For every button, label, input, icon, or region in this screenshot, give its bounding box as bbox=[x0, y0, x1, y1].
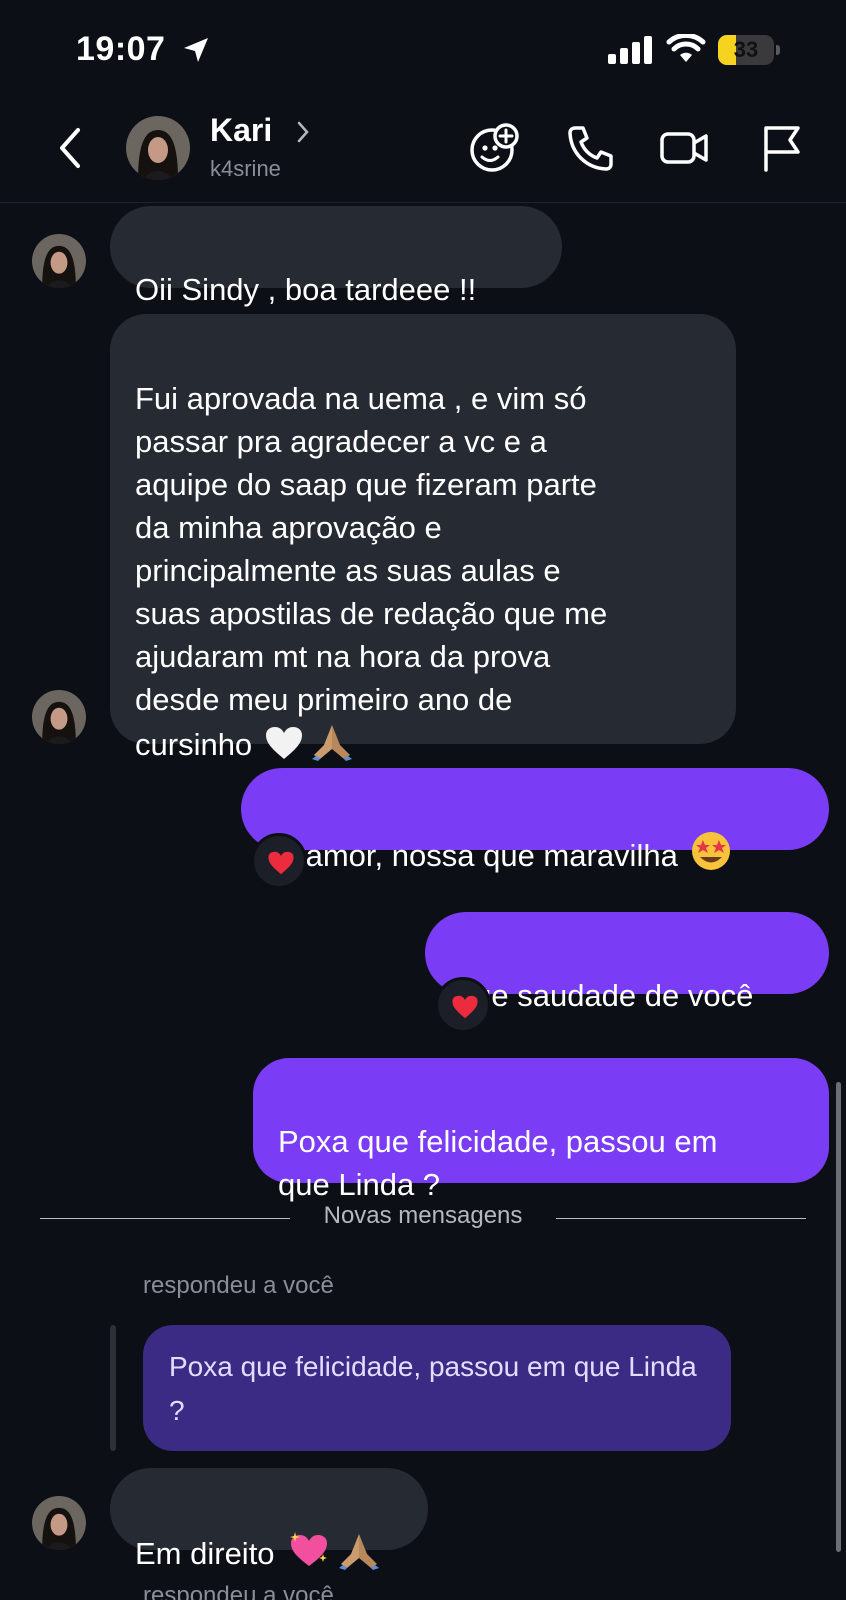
avatar[interactable] bbox=[32, 690, 86, 744]
chat-header: Kari k4srine bbox=[0, 100, 846, 203]
red-heart-icon bbox=[268, 851, 294, 875]
quoted-text: Poxa que felicidade, passou em que Linda… bbox=[169, 1351, 697, 1426]
location-arrow-icon bbox=[184, 38, 208, 62]
wifi-icon bbox=[666, 34, 706, 62]
status-bar: 19:07 33 bbox=[0, 0, 846, 100]
avatar[interactable] bbox=[32, 1496, 86, 1550]
message-text: Poxa que felicidade, passou em que Linda… bbox=[278, 1124, 718, 1202]
cellular-signal-icon bbox=[608, 36, 652, 64]
chevron-right-icon[interactable] bbox=[296, 120, 310, 144]
status-time: 19:07 bbox=[76, 30, 166, 68]
quoted-message[interactable]: Poxa que felicidade, passou em que Linda… bbox=[143, 1325, 731, 1451]
message-text: Oi amor, nossa que maravilha bbox=[266, 838, 678, 873]
battery-percent: 33 bbox=[733, 37, 759, 62]
message-text: Que saudade de você bbox=[450, 978, 754, 1013]
red-heart-icon bbox=[452, 995, 478, 1019]
reply-label: respondeu a você bbox=[143, 1272, 334, 1299]
battery-icon: 33 bbox=[718, 35, 780, 65]
scrollbar[interactable] bbox=[836, 1082, 841, 1552]
message-incoming[interactable]: Em direito bbox=[110, 1468, 428, 1571]
message-text: Oii Sindy , boa tardeee !! bbox=[135, 272, 477, 307]
message-incoming[interactable]: Fui aprovada na uema , e vim só passar p… bbox=[110, 314, 736, 762]
contact-username: k4srine bbox=[210, 156, 281, 181]
star-struck-face-icon bbox=[691, 832, 730, 870]
message-outgoing[interactable]: Oi amor, nossa que maravilha bbox=[241, 768, 829, 873]
sparkling-heart-icon bbox=[289, 1532, 327, 1566]
contact-name[interactable]: Kari bbox=[210, 112, 272, 149]
divider-line-left bbox=[40, 1218, 290, 1219]
sticker-add-icon[interactable] bbox=[468, 122, 520, 174]
new-messages-divider: Novas mensagens bbox=[323, 1202, 523, 1229]
message-outgoing[interactable]: Poxa que felicidade, passou em que Linda… bbox=[253, 1058, 829, 1202]
white-heart-icon bbox=[266, 727, 303, 759]
flag-icon[interactable] bbox=[756, 122, 808, 174]
avatar[interactable] bbox=[32, 234, 86, 288]
reaction-badge[interactable] bbox=[251, 833, 307, 889]
divider-line-right bbox=[556, 1218, 806, 1219]
video-call-icon[interactable] bbox=[658, 122, 710, 174]
message-outgoing[interactable]: Que saudade de você bbox=[425, 912, 829, 1013]
folded-hands-icon bbox=[338, 1534, 379, 1570]
folded-hands-icon bbox=[312, 725, 353, 761]
reply-label: respondeu a você bbox=[143, 1582, 334, 1600]
back-chevron-icon[interactable] bbox=[52, 124, 88, 172]
reaction-badge[interactable] bbox=[435, 977, 491, 1033]
message-text: Fui aprovada na uema , e vim só passar p… bbox=[135, 381, 608, 762]
message-incoming[interactable]: Oii Sindy , boa tardeee !! bbox=[110, 206, 562, 307]
phone-icon[interactable] bbox=[564, 122, 616, 174]
message-text: Em direito bbox=[135, 1536, 275, 1571]
contact-avatar[interactable] bbox=[126, 116, 190, 180]
reply-indicator-bar bbox=[110, 1325, 116, 1451]
